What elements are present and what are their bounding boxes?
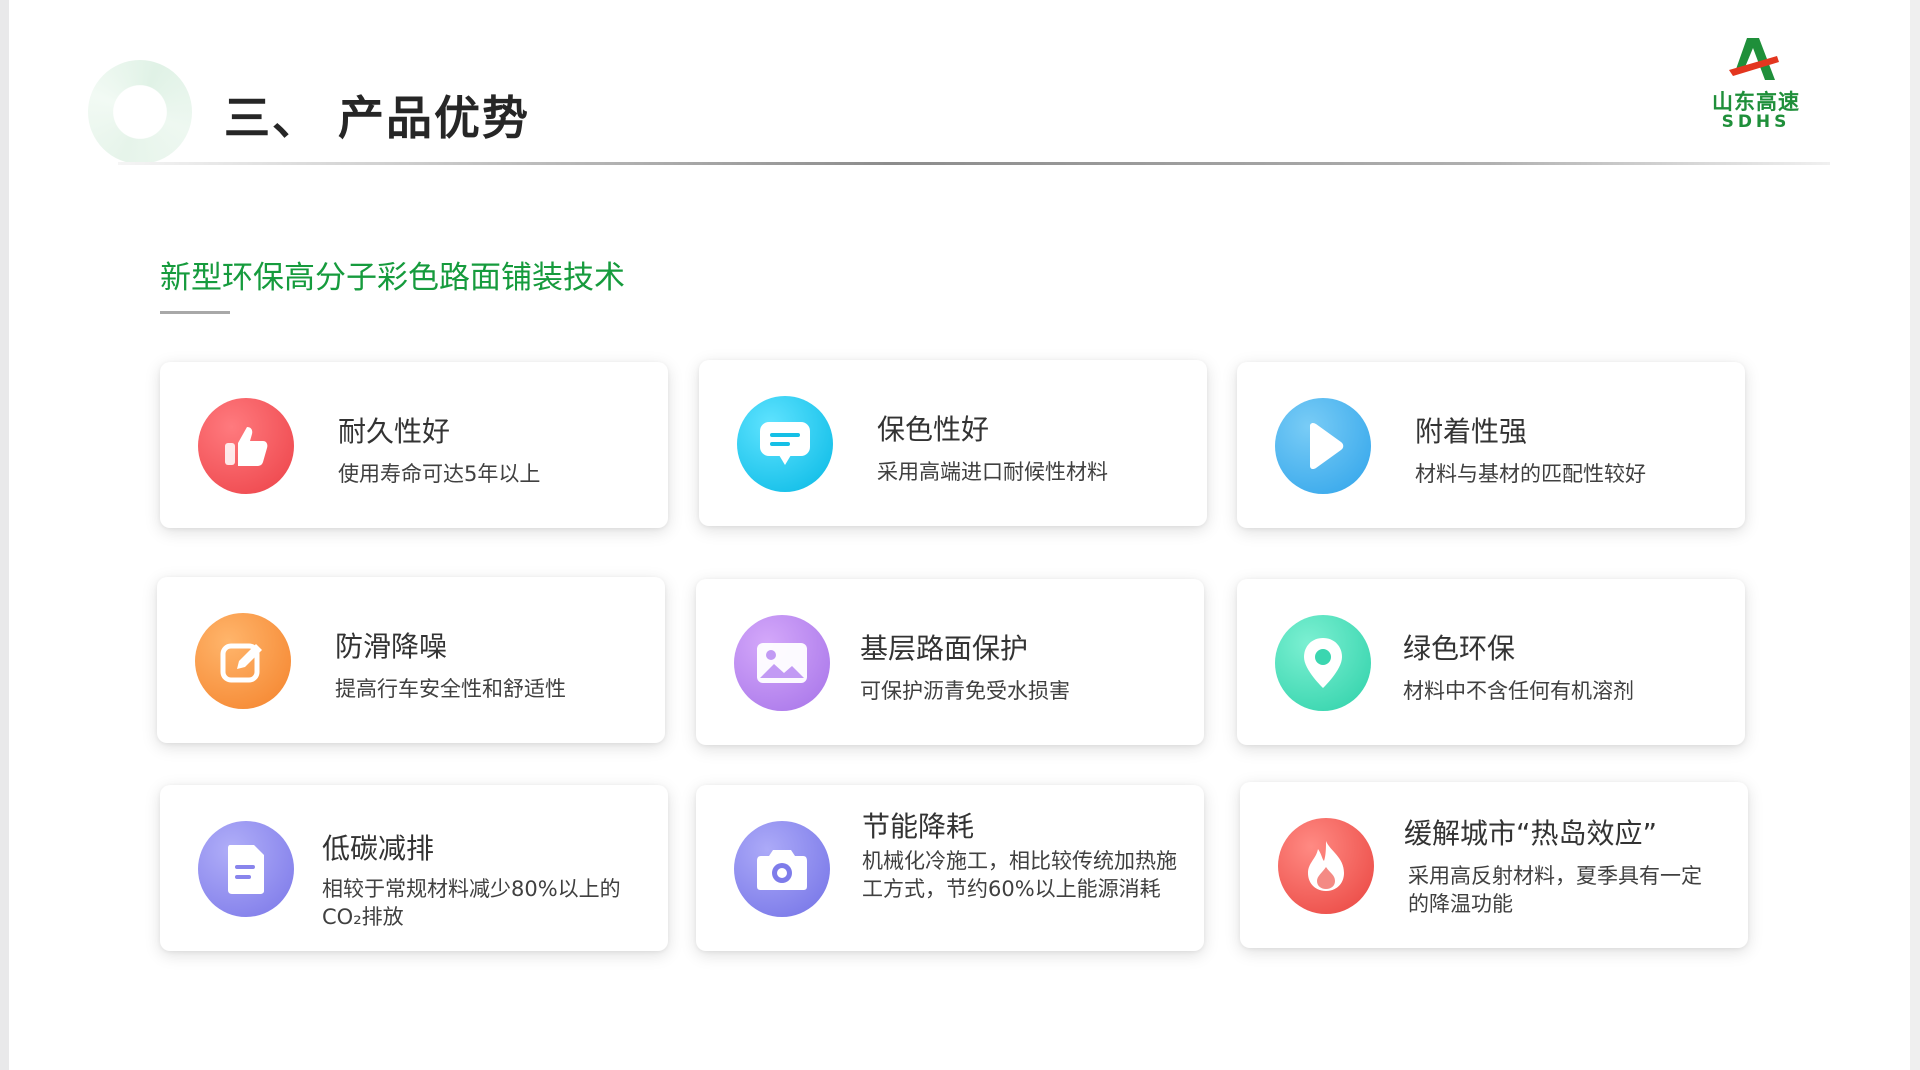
feature-title: 绿色环保 bbox=[1403, 632, 1516, 665]
feature-desc: 材料与基材的匹配性较好 bbox=[1415, 462, 1646, 486]
feature-title: 保色性好 bbox=[877, 413, 990, 446]
feature-card-heat-island: 缓解城市“热岛效应” 采用高反射材料，夏季具有一定的降温功能 bbox=[1240, 782, 1748, 948]
feature-title: 低碳减排 bbox=[322, 832, 435, 865]
decorative-ring bbox=[88, 60, 192, 164]
logo-mark-icon bbox=[1729, 38, 1779, 80]
sdhs-logo: 山东高速 SDHS bbox=[1700, 36, 1810, 136]
image-icon bbox=[734, 615, 830, 711]
flame-icon bbox=[1278, 818, 1374, 914]
feature-card-durability: 耐久性好 使用寿命可达5年以上 bbox=[160, 362, 668, 528]
logo-text-en: SDHS bbox=[1721, 112, 1791, 132]
slide: 三、 产品优势 山东高速 SDHS 新型环保高分子彩色路面铺装技术 耐久性好 使… bbox=[0, 0, 1920, 1070]
document-icon bbox=[198, 821, 294, 917]
feature-card-low-carbon: 低碳减排 相较于常规材料减少80%以上的CO₂排放 bbox=[160, 785, 668, 951]
feature-card-eco: 绿色环保 材料中不含任何有机溶剂 bbox=[1237, 579, 1745, 745]
feature-desc: 材料中不含任何有机溶剂 bbox=[1403, 679, 1634, 703]
feature-title: 耐久性好 bbox=[338, 415, 451, 448]
feature-card-adhesion: 附着性强 材料与基材的匹配性较好 bbox=[1237, 362, 1745, 528]
feature-card-base-protection: 基层路面保护 可保护沥青免受水损害 bbox=[696, 579, 1204, 745]
feature-desc: 提高行车安全性和舒适性 bbox=[335, 677, 566, 701]
feature-title: 附着性强 bbox=[1415, 415, 1528, 448]
edit-icon bbox=[195, 613, 291, 709]
feature-title: 节能降耗 bbox=[862, 810, 975, 843]
feature-desc: 采用高反射材料，夏季具有一定的降温功能 bbox=[1408, 864, 1702, 916]
feature-desc: 采用高端进口耐候性材料 bbox=[877, 460, 1108, 484]
feature-card-antiskid: 防滑降噪 提高行车安全性和舒适性 bbox=[157, 577, 665, 743]
location-pin-icon bbox=[1275, 615, 1371, 711]
section-subtitle: 新型环保高分子彩色路面铺装技术 bbox=[160, 260, 625, 296]
feature-card-color-retention: 保色性好 采用高端进口耐候性材料 bbox=[699, 360, 1207, 526]
play-icon bbox=[1275, 398, 1371, 494]
chat-bubble-icon bbox=[737, 396, 833, 492]
feature-title: 基层路面保护 bbox=[860, 632, 1029, 665]
feature-desc: 使用寿命可达5年以上 bbox=[338, 462, 541, 486]
right-border bbox=[1910, 0, 1920, 1070]
camera-icon bbox=[734, 821, 830, 917]
feature-card-energy-saving: 节能降耗 机械化冷施工，相比较传统加热施工方式，节约60%以上能源消耗 bbox=[696, 785, 1204, 951]
feature-desc: 可保护沥青免受水损害 bbox=[860, 679, 1070, 703]
subtitle-underline bbox=[160, 311, 230, 314]
feature-desc: 机械化冷施工，相比较传统加热施工方式，节约60%以上能源消耗 bbox=[862, 849, 1177, 901]
feature-title: 缓解城市“热岛效应” bbox=[1404, 817, 1658, 850]
title-divider bbox=[118, 162, 1830, 165]
left-border bbox=[0, 0, 9, 1070]
thumbs-up-icon bbox=[198, 398, 294, 494]
page-title: 三、 产品优势 bbox=[224, 91, 531, 145]
feature-title: 防滑降噪 bbox=[335, 630, 448, 663]
feature-desc: 相较于常规材料减少80%以上的CO₂排放 bbox=[322, 877, 621, 929]
